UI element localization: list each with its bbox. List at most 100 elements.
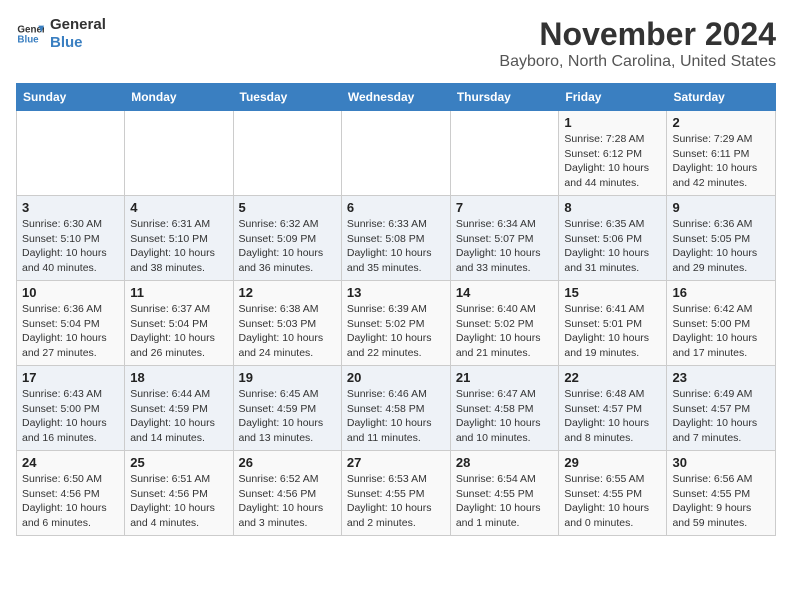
day-cell: 10 Sunrise: 6:36 AM Sunset: 5:04 PM Dayli… — [17, 281, 125, 366]
day-info: Sunrise: 6:37 AM Sunset: 5:04 PM Dayligh… — [130, 302, 227, 361]
day-info: Sunrise: 6:40 AM Sunset: 5:02 PM Dayligh… — [456, 302, 554, 361]
day-number: 2 — [672, 115, 770, 130]
day-number: 22 — [564, 370, 661, 385]
day-number: 1 — [564, 115, 661, 130]
day-cell: 13 Sunrise: 6:39 AM Sunset: 5:02 PM Dayli… — [341, 281, 450, 366]
day-cell: 4 Sunrise: 6:31 AM Sunset: 5:10 PM Daylig… — [125, 196, 233, 281]
day-number: 13 — [347, 285, 445, 300]
day-info: Sunrise: 7:28 AM Sunset: 6:12 PM Dayligh… — [564, 132, 661, 191]
header: General Blue General Blue General Blue N… — [16, 16, 776, 71]
day-info: Sunrise: 6:39 AM Sunset: 5:02 PM Dayligh… — [347, 302, 445, 361]
day-info: Sunrise: 6:36 AM Sunset: 5:04 PM Dayligh… — [22, 302, 119, 361]
day-cell: 20 Sunrise: 6:46 AM Sunset: 4:58 PM Dayli… — [341, 366, 450, 451]
day-number: 15 — [564, 285, 661, 300]
day-cell — [125, 111, 233, 196]
day-info: Sunrise: 6:41 AM Sunset: 5:01 PM Dayligh… — [564, 302, 661, 361]
day-cell: 5 Sunrise: 6:32 AM Sunset: 5:09 PM Daylig… — [233, 196, 341, 281]
day-number: 10 — [22, 285, 119, 300]
day-cell: 25 Sunrise: 6:51 AM Sunset: 4:56 PM Dayli… — [125, 451, 233, 536]
title-area: November 2024 Bayboro, North Carolina, U… — [499, 16, 776, 71]
day-number: 9 — [672, 200, 770, 215]
day-number: 6 — [347, 200, 445, 215]
day-info: Sunrise: 6:47 AM Sunset: 4:58 PM Dayligh… — [456, 387, 554, 446]
day-cell: 24Sunrise: 6:50 AM Sunset: 4:56 PM Dayli… — [17, 451, 125, 536]
day-number: 21 — [456, 370, 554, 385]
week-row-3: 17 Sunrise: 6:43 AM Sunset: 5:00 PM Dayli… — [17, 366, 776, 451]
week-row-1: 3 Sunrise: 6:30 AM Sunset: 5:10 PM Daylig… — [17, 196, 776, 281]
day-cell: 22 Sunrise: 6:48 AM Sunset: 4:57 PM Dayli… — [559, 366, 667, 451]
day-cell: 29 Sunrise: 6:55 AM Sunset: 4:55 PM Dayli… — [559, 451, 667, 536]
day-info: Sunrise: 6:36 AM Sunset: 5:05 PM Dayligh… — [672, 217, 770, 276]
day-number: 3 — [22, 200, 119, 215]
logo-icon: General Blue — [16, 20, 44, 48]
day-number: 8 — [564, 200, 661, 215]
day-info: Sunrise: 6:32 AM Sunset: 5:09 PM Dayligh… — [239, 217, 336, 276]
day-cell — [450, 111, 559, 196]
day-number: 14 — [456, 285, 554, 300]
day-cell: 14 Sunrise: 6:40 AM Sunset: 5:02 PM Dayli… — [450, 281, 559, 366]
col-header-tuesday: Tuesday — [233, 84, 341, 111]
day-cell: 6Sunrise: 6:33 AM Sunset: 5:08 PM Daylig… — [341, 196, 450, 281]
col-header-monday: Monday — [125, 84, 233, 111]
col-header-saturday: Saturday — [667, 84, 776, 111]
day-number: 11 — [130, 285, 227, 300]
week-row-4: 24Sunrise: 6:50 AM Sunset: 4:56 PM Dayli… — [17, 451, 776, 536]
day-number: 7 — [456, 200, 554, 215]
day-cell: 2 Sunrise: 7:29 AM Sunset: 6:11 PM Daylig… — [667, 111, 776, 196]
day-cell: 9 Sunrise: 6:36 AM Sunset: 5:05 PM Daylig… — [667, 196, 776, 281]
day-cell: 15 Sunrise: 6:41 AM Sunset: 5:01 PM Dayli… — [559, 281, 667, 366]
day-cell: 18 Sunrise: 6:44 AM Sunset: 4:59 PM Dayli… — [125, 366, 233, 451]
day-info: Sunrise: 7:29 AM Sunset: 6:11 PM Dayligh… — [672, 132, 770, 191]
day-info: Sunrise: 6:42 AM Sunset: 5:00 PM Dayligh… — [672, 302, 770, 361]
day-number: 25 — [130, 455, 227, 470]
day-number: 19 — [239, 370, 336, 385]
day-cell: 7 Sunrise: 6:34 AM Sunset: 5:07 PM Daylig… — [450, 196, 559, 281]
day-info: Sunrise: 6:45 AM Sunset: 4:59 PM Dayligh… — [239, 387, 336, 446]
day-info: Sunrise: 6:49 AM Sunset: 4:57 PM Dayligh… — [672, 387, 770, 446]
day-info: Sunrise: 6:55 AM Sunset: 4:55 PM Dayligh… — [564, 472, 661, 531]
day-cell: 1 Sunrise: 7:28 AM Sunset: 6:12 PM Daylig… — [559, 111, 667, 196]
day-number: 30 — [672, 455, 770, 470]
day-number: 27 — [347, 455, 445, 470]
day-cell: 11 Sunrise: 6:37 AM Sunset: 5:04 PM Dayli… — [125, 281, 233, 366]
day-cell: 26Sunrise: 6:52 AM Sunset: 4:56 PM Dayli… — [233, 451, 341, 536]
day-cell — [17, 111, 125, 196]
day-cell: 30Sunrise: 6:56 AM Sunset: 4:55 PM Dayli… — [667, 451, 776, 536]
day-number: 17 — [22, 370, 119, 385]
day-info: Sunrise: 6:44 AM Sunset: 4:59 PM Dayligh… — [130, 387, 227, 446]
day-cell: 23 Sunrise: 6:49 AM Sunset: 4:57 PM Dayli… — [667, 366, 776, 451]
day-info: Sunrise: 6:35 AM Sunset: 5:06 PM Dayligh… — [564, 217, 661, 276]
day-info: Sunrise: 6:46 AM Sunset: 4:58 PM Dayligh… — [347, 387, 445, 446]
month-title: November 2024 — [499, 16, 776, 53]
day-info: Sunrise: 6:53 AM Sunset: 4:55 PM Dayligh… — [347, 472, 445, 531]
day-number: 16 — [672, 285, 770, 300]
day-info: Sunrise: 6:34 AM Sunset: 5:07 PM Dayligh… — [456, 217, 554, 276]
day-info: Sunrise: 6:51 AM Sunset: 4:56 PM Dayligh… — [130, 472, 227, 531]
day-info: Sunrise: 6:43 AM Sunset: 5:00 PM Dayligh… — [22, 387, 119, 446]
day-number: 23 — [672, 370, 770, 385]
logo: General Blue General Blue General Blue — [16, 16, 106, 52]
day-info: Sunrise: 6:54 AM Sunset: 4:55 PM Dayligh… — [456, 472, 554, 531]
day-number: 4 — [130, 200, 227, 215]
day-cell: 12Sunrise: 6:38 AM Sunset: 5:03 PM Dayli… — [233, 281, 341, 366]
day-cell: 21 Sunrise: 6:47 AM Sunset: 4:58 PM Dayli… — [450, 366, 559, 451]
day-cell: 19 Sunrise: 6:45 AM Sunset: 4:59 PM Dayli… — [233, 366, 341, 451]
col-header-friday: Friday — [559, 84, 667, 111]
col-header-sunday: Sunday — [17, 84, 125, 111]
day-info: Sunrise: 6:31 AM Sunset: 5:10 PM Dayligh… — [130, 217, 227, 276]
day-number: 18 — [130, 370, 227, 385]
calendar-table: SundayMondayTuesdayWednesdayThursdayFrid… — [16, 83, 776, 536]
day-number: 26 — [239, 455, 336, 470]
day-info: Sunrise: 6:48 AM Sunset: 4:57 PM Dayligh… — [564, 387, 661, 446]
day-cell: 17 Sunrise: 6:43 AM Sunset: 5:00 PM Dayli… — [17, 366, 125, 451]
day-number: 29 — [564, 455, 661, 470]
day-cell: 3 Sunrise: 6:30 AM Sunset: 5:10 PM Daylig… — [17, 196, 125, 281]
day-number: 20 — [347, 370, 445, 385]
day-info: Sunrise: 6:30 AM Sunset: 5:10 PM Dayligh… — [22, 217, 119, 276]
day-number: 5 — [239, 200, 336, 215]
day-cell — [341, 111, 450, 196]
day-number: 24 — [22, 455, 119, 470]
col-header-thursday: Thursday — [450, 84, 559, 111]
calendar-header-row: SundayMondayTuesdayWednesdayThursdayFrid… — [17, 84, 776, 111]
svg-text:Blue: Blue — [17, 34, 39, 45]
